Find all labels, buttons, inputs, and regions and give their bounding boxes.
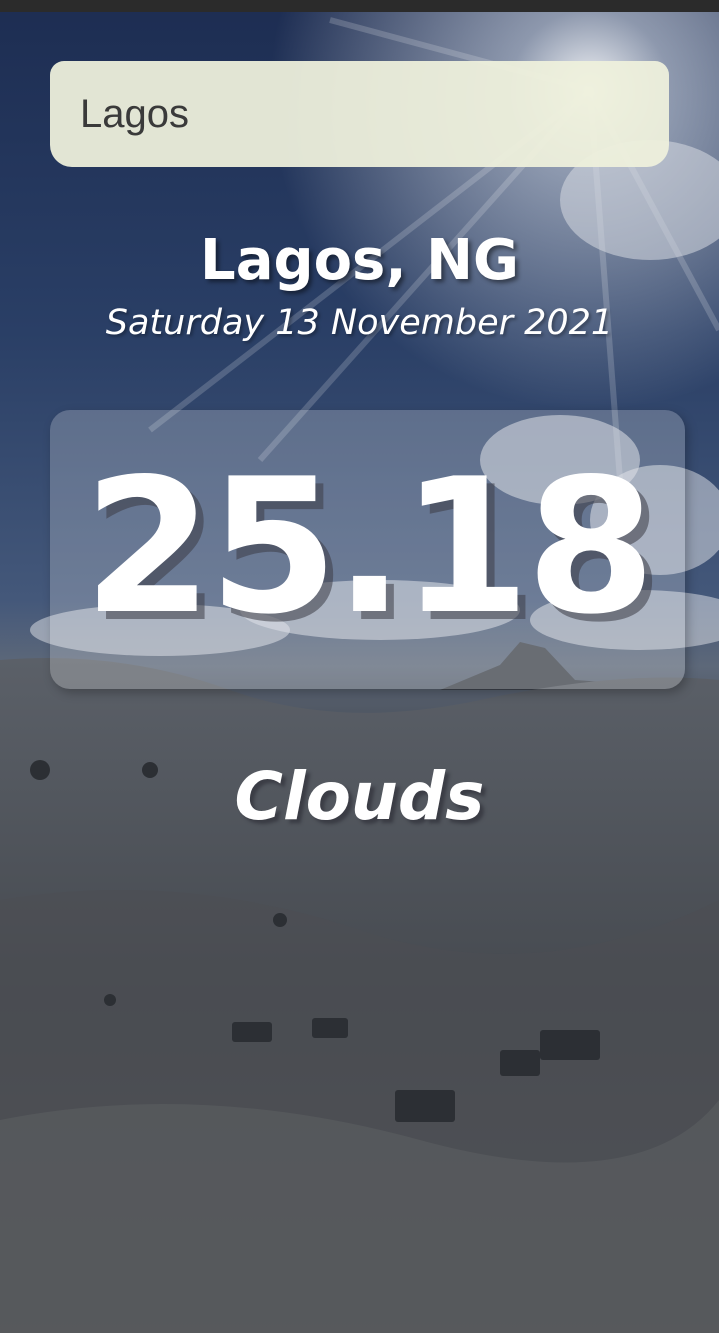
current-date: Saturday 13 November 2021 — [105, 303, 614, 343]
location-name: Lagos, NG — [200, 228, 519, 293]
status-bar — [0, 0, 719, 12]
weather-app: Lagos, NG Saturday 13 November 2021 25.1… — [0, 0, 719, 1333]
main-content: Lagos, NG Saturday 13 November 2021 25.1… — [0, 0, 719, 1333]
city-search-input[interactable] — [80, 84, 639, 144]
search-box[interactable] — [50, 61, 669, 167]
weather-condition: Clouds — [234, 758, 485, 835]
temperature-value: 25.18 — [83, 438, 655, 655]
